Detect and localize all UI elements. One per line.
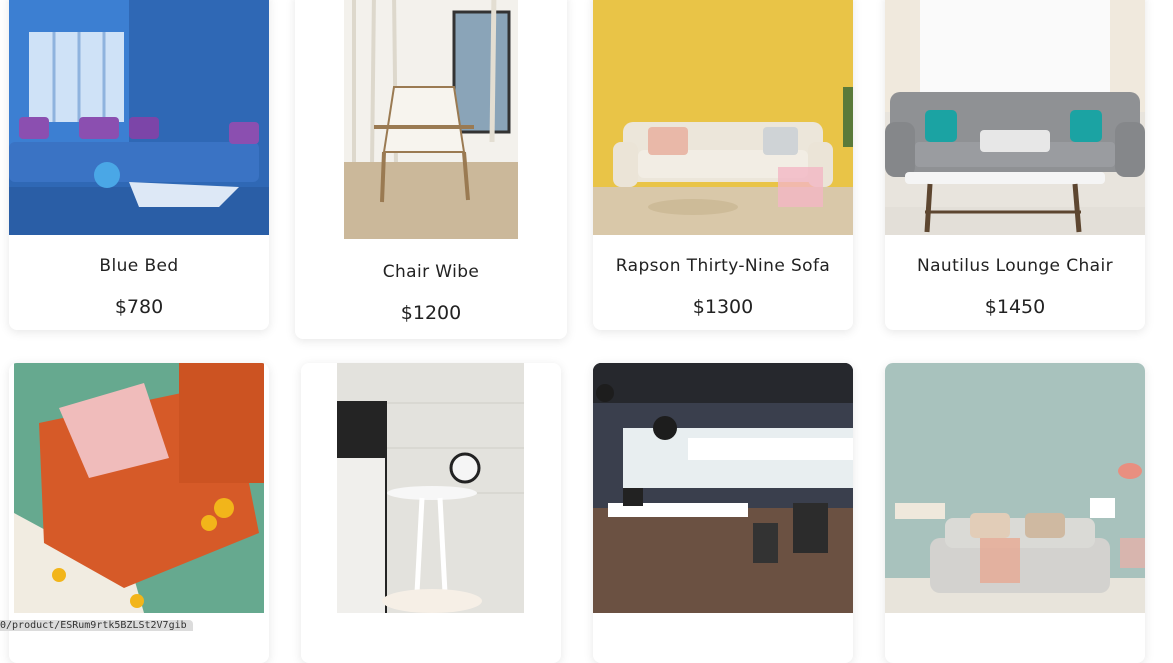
product-price: $1200 (400, 302, 462, 324)
product-card[interactable] (9, 363, 269, 663)
product-name[interactable]: Nautilus Lounge Chair (917, 256, 1113, 276)
product-card-blue-bed[interactable]: Blue Bed $780 (9, 0, 269, 330)
product-card[interactable] (593, 363, 853, 663)
product-image[interactable] (885, 0, 1145, 235)
product-name[interactable]: Chair Wibe (383, 262, 480, 282)
product-price: $1300 (692, 296, 754, 318)
product-name[interactable]: Rapson Thirty-Nine Sofa (616, 256, 830, 276)
product-image[interactable] (593, 0, 853, 235)
product-card-nautilus-chair[interactable]: Nautilus Lounge Chair $1450 (885, 0, 1145, 330)
product-image[interactable] (344, 0, 518, 239)
product-card-rapson-sofa[interactable]: Rapson Thirty-Nine Sofa $1300 (593, 0, 853, 330)
product-price: $1450 (984, 296, 1046, 318)
product-card[interactable] (301, 363, 561, 663)
product-image[interactable] (9, 0, 269, 235)
status-bar-url: 0/product/ESRum9rtk5BZLSt2V7gib (0, 620, 193, 631)
product-price: $780 (114, 296, 164, 318)
product-image[interactable] (337, 363, 524, 613)
product-name[interactable]: Blue Bed (99, 256, 178, 276)
product-card-chair-wibe[interactable]: Chair Wibe $1200 (295, 0, 567, 339)
product-card[interactable] (885, 363, 1145, 663)
product-image[interactable] (593, 363, 853, 613)
product-image[interactable] (885, 363, 1145, 613)
product-image[interactable] (14, 363, 264, 613)
